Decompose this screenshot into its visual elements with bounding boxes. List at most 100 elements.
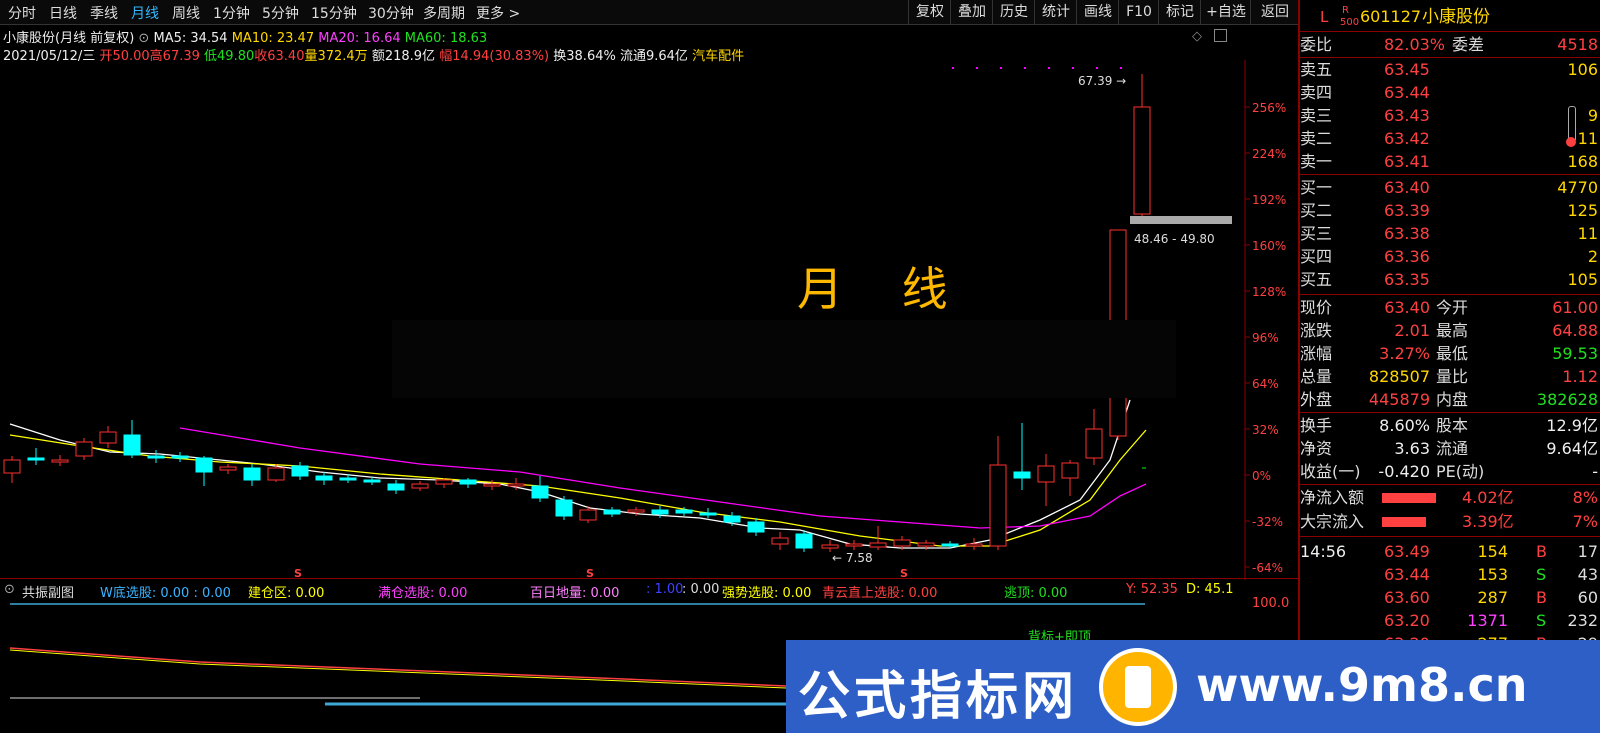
candle <box>195 457 213 473</box>
candle <box>531 485 549 499</box>
stat-row: 现价 63.40 今开 61.00 <box>1300 296 1600 319</box>
tick-side: S <box>1536 565 1547 584</box>
stats-button[interactable]: 统计 <box>1034 0 1077 24</box>
flow-value: 3.39亿 <box>1462 512 1514 531</box>
w-bottom-value: W底选股: 0.00 : 0.00 <box>100 586 231 601</box>
tab-fenshi[interactable]: 分时 <box>8 3 36 23</box>
gap-bar <box>1130 216 1232 224</box>
stat-label: 内盘 <box>1436 390 1469 409</box>
tab-15min[interactable]: 15分钟 <box>311 3 357 23</box>
ma5-line <box>9 399 1131 549</box>
stat-label: 净资 <box>1300 439 1333 458</box>
f10-button[interactable]: F10 <box>1118 0 1159 24</box>
sub-panel-title[interactable]: 共振副图 <box>22 582 74 601</box>
thermometer-bulb <box>1566 137 1576 147</box>
flow-label: 净流入额 <box>1300 488 1365 507</box>
tick-price: 63.20 <box>1384 611 1430 630</box>
stat-value: 828507 <box>1368 367 1430 386</box>
overlay-button[interactable]: 叠加 <box>950 0 993 24</box>
tick-count: 232 <box>1567 611 1598 630</box>
y-tick-label: 256% <box>1252 101 1286 115</box>
bid-row: 买四 63.36 2 <box>1300 245 1600 268</box>
candle <box>27 457 45 461</box>
collapse-icon[interactable]: ⊙ <box>4 582 15 597</box>
banner-logo-icon <box>1099 648 1177 726</box>
y-tick-label: -32% <box>1252 515 1283 529</box>
ma20-value: MA20: 16.64 <box>318 31 401 46</box>
y-tick-label: -64% <box>1252 561 1283 575</box>
stock-code: 601127 <box>1360 7 1422 26</box>
add-watchlist-button[interactable]: +自选 <box>1200 0 1251 24</box>
tab-yuexian[interactable]: 月线 <box>131 3 159 23</box>
candle <box>845 543 863 547</box>
build-zone-value: 建仓区: 0.00 <box>248 586 325 601</box>
tab-jixian[interactable]: 季线 <box>90 3 118 23</box>
tab-more[interactable]: 更多 > <box>476 3 520 23</box>
candle <box>821 544 839 549</box>
candle <box>243 467 261 481</box>
divider <box>1300 294 1600 295</box>
ask-label: 卖五 <box>1300 60 1333 79</box>
tick-count: 60 <box>1577 588 1598 607</box>
blue-value: : 1.00 <box>646 582 684 597</box>
history-button[interactable]: 历史 <box>992 0 1035 24</box>
mark-button[interactable]: 标记 <box>1158 0 1201 24</box>
ask-label: 卖二 <box>1300 129 1333 148</box>
tab-rixian[interactable]: 日线 <box>49 3 77 23</box>
bid-row: 买三 63.38 11 <box>1300 222 1600 245</box>
stat-label: PE(动) <box>1436 462 1485 481</box>
max-label: 67.39 → <box>1078 74 1126 88</box>
min-label: ← 7.58 <box>832 551 873 565</box>
flow-bar <box>1382 517 1426 527</box>
y-tick-label: 64% <box>1252 377 1279 391</box>
candle <box>989 464 1007 547</box>
settings-dropdown-icon[interactable]: ⊙ <box>138 31 149 46</box>
stat-label: 最高 <box>1436 321 1469 340</box>
bid-row: 买五 63.35 105 <box>1300 268 1600 291</box>
fuquan-button[interactable]: 复权 <box>908 0 951 24</box>
tab-zhouxian[interactable]: 周线 <box>172 3 200 23</box>
tab-multi[interactable]: 多周期 <box>423 3 465 23</box>
ask-row: 卖五 63.45 106 <box>1300 58 1600 81</box>
weibi-row: 委比 82.03% 委差 4518 <box>1300 33 1600 56</box>
ask-row: 卖一 63.41 168 <box>1300 150 1600 173</box>
candle <box>603 509 621 515</box>
flow-pct: 7% <box>1572 512 1598 531</box>
bid-label: 买三 <box>1300 224 1333 243</box>
divider <box>1300 484 1600 485</box>
ask-price: 63.45 <box>1384 60 1430 79</box>
site-banner: 公式指标网 www.9m8.cn <box>786 640 1600 733</box>
stat-value: 382628 <box>1536 390 1598 409</box>
tick-price: 63.44 <box>1384 565 1430 584</box>
banner-left-text: 公式指标网 <box>798 667 1079 727</box>
strong-value: 强势选股: 0.00 <box>722 586 812 601</box>
bid-volume: 125 <box>1567 201 1598 220</box>
candle <box>291 465 309 477</box>
stock-header: L R 500 601127 小康股份 <box>1300 4 1600 30</box>
back-button[interactable]: 返回 <box>1250 0 1299 24</box>
ask-price: 63.41 <box>1384 152 1430 171</box>
candle <box>627 509 645 513</box>
window-restore-icon[interactable] <box>1214 29 1227 42</box>
candle <box>339 477 357 481</box>
ask-row: 卖三 63.43 9 <box>1300 104 1600 127</box>
bid-price: 63.36 <box>1384 247 1430 266</box>
tab-30min[interactable]: 30分钟 <box>368 3 414 23</box>
bid-volume: 2 <box>1587 247 1598 266</box>
candle <box>267 467 285 481</box>
dot-marker <box>1072 67 1074 69</box>
ask-label: 卖四 <box>1300 83 1333 102</box>
d-value: D: 45.1 <box>1186 582 1234 597</box>
stat-label: 总量 <box>1300 367 1333 386</box>
candle <box>1085 428 1103 459</box>
tick-volume: 287 <box>1477 588 1508 607</box>
ask-volume: 9 <box>1587 106 1598 125</box>
draw-button[interactable]: 画线 <box>1076 0 1119 24</box>
quote-panel: L R 500 601127 小康股份 委比 82.03% 委差 4518 卖五… <box>1300 0 1600 733</box>
stock-name: 小康股份 <box>1422 7 1490 27</box>
y-tick-label: 160% <box>1252 239 1286 253</box>
tab-1min[interactable]: 1分钟 <box>213 3 250 23</box>
flow-value: 4.02亿 <box>1462 488 1514 507</box>
diamond-icon[interactable]: ◇ <box>1192 29 1202 44</box>
tab-5min[interactable]: 5分钟 <box>262 3 299 23</box>
